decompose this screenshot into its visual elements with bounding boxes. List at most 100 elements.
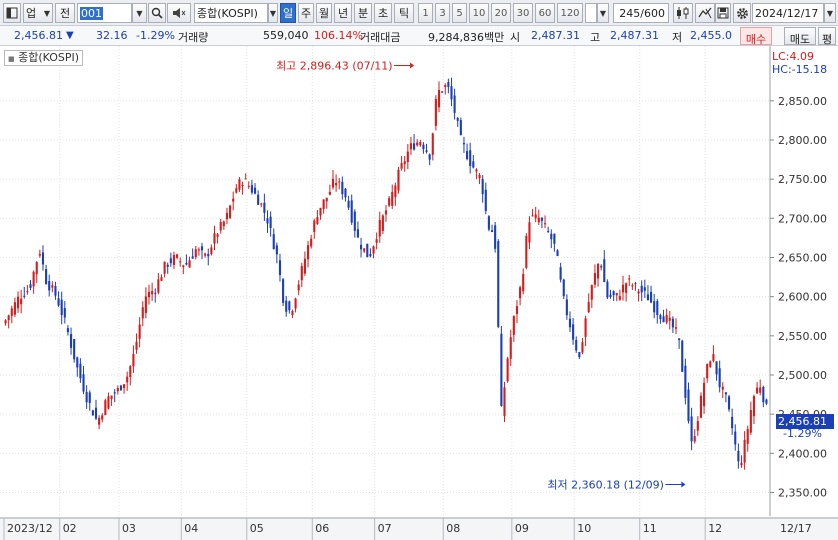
candle-body (76, 357, 79, 368)
code-dropdown[interactable]: ▼ (132, 3, 147, 23)
period-day-tab[interactable]: 일 (280, 3, 296, 23)
candle-body (238, 179, 241, 190)
save-button[interactable] (715, 3, 731, 23)
interval-3-button[interactable]: 3 (435, 3, 450, 23)
interval-custom-input[interactable] (585, 3, 597, 23)
down-arrow-icon: ▼ (66, 30, 74, 41)
period-second-tab[interactable]: 초 (374, 3, 392, 23)
window-menu-icon[interactable] (3, 3, 21, 23)
magnifier-icon (151, 7, 163, 19)
period-label: 년 (337, 7, 349, 20)
interval-60-button[interactable]: 60 (535, 3, 555, 23)
gear-icon (736, 7, 748, 19)
x-tick-label: 02 (63, 522, 77, 535)
x-tick-label: 07 (378, 522, 392, 535)
candle-body (525, 235, 528, 268)
change-value: 32.16 (96, 29, 128, 42)
candle-body (618, 296, 621, 300)
candle-body (107, 396, 110, 409)
interval-120-button[interactable]: 120 (557, 3, 583, 23)
chevron-down-icon: ▼ (599, 8, 607, 18)
candle-body (659, 315, 662, 320)
open-label: 시 (510, 31, 521, 44)
candle-body (731, 416, 734, 429)
period-minute-tab[interactable]: 분 (354, 3, 372, 23)
candle-style-button[interactable] (673, 3, 693, 23)
candle-body (110, 395, 113, 399)
candle-body (35, 261, 38, 275)
interval-5-button[interactable]: 5 (452, 3, 467, 23)
candle-body (584, 318, 587, 337)
candle-body (631, 285, 634, 287)
buy-button[interactable]: 매수 (740, 27, 772, 46)
sound-button[interactable] (167, 3, 191, 23)
candle-body (596, 264, 600, 279)
period-tick-tab[interactable]: 틱 (394, 3, 414, 23)
candlestick-chart[interactable]: 최고 2,896.43 (07/11) 최저 2,360.18 (12/09) 2… (0, 46, 838, 540)
candle-body (734, 431, 737, 445)
candle-body (375, 239, 378, 243)
candle-body (394, 185, 397, 198)
period-month-tab[interactable]: 월 (316, 3, 332, 23)
candle-body (469, 150, 472, 167)
price-chart[interactable]: 최고 2,896.43 (07/11) 최저 2,360.18 (12/09) 2… (0, 46, 838, 540)
candle-body (565, 299, 568, 316)
candle-body (328, 191, 331, 195)
sell-button[interactable]: 매도 (784, 27, 816, 46)
candle-body (481, 179, 484, 195)
y-tick-label: 2,750.00 (778, 173, 827, 186)
interval-1-button[interactable]: 1 (418, 3, 433, 23)
candle-body (391, 192, 394, 206)
flat-button[interactable]: 평 (818, 27, 836, 46)
interval-20-button[interactable]: 20 (491, 3, 511, 23)
candle-body (250, 185, 253, 193)
candle-body (154, 292, 157, 294)
candle-body (359, 244, 363, 250)
prev-button[interactable]: 전 (55, 3, 75, 23)
line-tool-button[interactable] (695, 3, 715, 23)
candle-body (531, 215, 534, 217)
candle-body (484, 189, 487, 211)
candle-body (176, 254, 179, 258)
candle-body (703, 382, 706, 407)
trend-tool-icon (698, 7, 712, 19)
period-week-tab[interactable]: 주 (298, 3, 314, 23)
candle-body (600, 266, 603, 268)
candle-body (413, 143, 416, 150)
candle-body (522, 273, 525, 292)
candle-body (727, 396, 731, 410)
interval-30-button[interactable]: 30 (513, 3, 533, 23)
code-input[interactable]: 001 (77, 3, 132, 23)
interval-10-button[interactable]: 10 (469, 3, 489, 23)
chevron-down-icon: ▼ (826, 8, 834, 18)
count-field[interactable]: 245/600 (613, 3, 669, 23)
period-year-tab[interactable]: 년 (334, 3, 352, 23)
candle-body (266, 218, 269, 224)
candle-body (706, 363, 709, 379)
market-select[interactable]: 업 ▼ (23, 3, 53, 23)
candle-body (381, 215, 384, 231)
date-picker-button[interactable]: ▼ (824, 3, 836, 23)
chart-legend[interactable]: ■ 종합(KOSPI) (4, 50, 84, 66)
legend-square-icon: ■ (8, 55, 15, 63)
candle-body (122, 384, 126, 389)
interval-dropdown[interactable]: ▼ (597, 3, 609, 23)
search-button[interactable] (148, 3, 166, 23)
candle-body (578, 352, 581, 358)
candle-body (715, 361, 718, 375)
candle-body (278, 260, 282, 275)
candle-body (699, 395, 703, 418)
candle-body (294, 298, 297, 309)
candle-body (459, 120, 462, 136)
candle-body (765, 399, 768, 404)
index-name-field[interactable]: 종합(KOSPI) (194, 3, 268, 23)
candle-body (213, 233, 216, 244)
index-dropdown[interactable]: ▼ (268, 3, 278, 23)
x-tick-label: 08 (446, 522, 460, 535)
candle-body (503, 387, 506, 417)
date-field[interactable]: 2024/12/17 (752, 3, 824, 23)
high-annotation-label: 최고 2,896.43 (07/11) (276, 59, 393, 72)
settings-button[interactable] (733, 3, 751, 23)
candle-body (409, 143, 413, 150)
candle-body (101, 415, 104, 420)
